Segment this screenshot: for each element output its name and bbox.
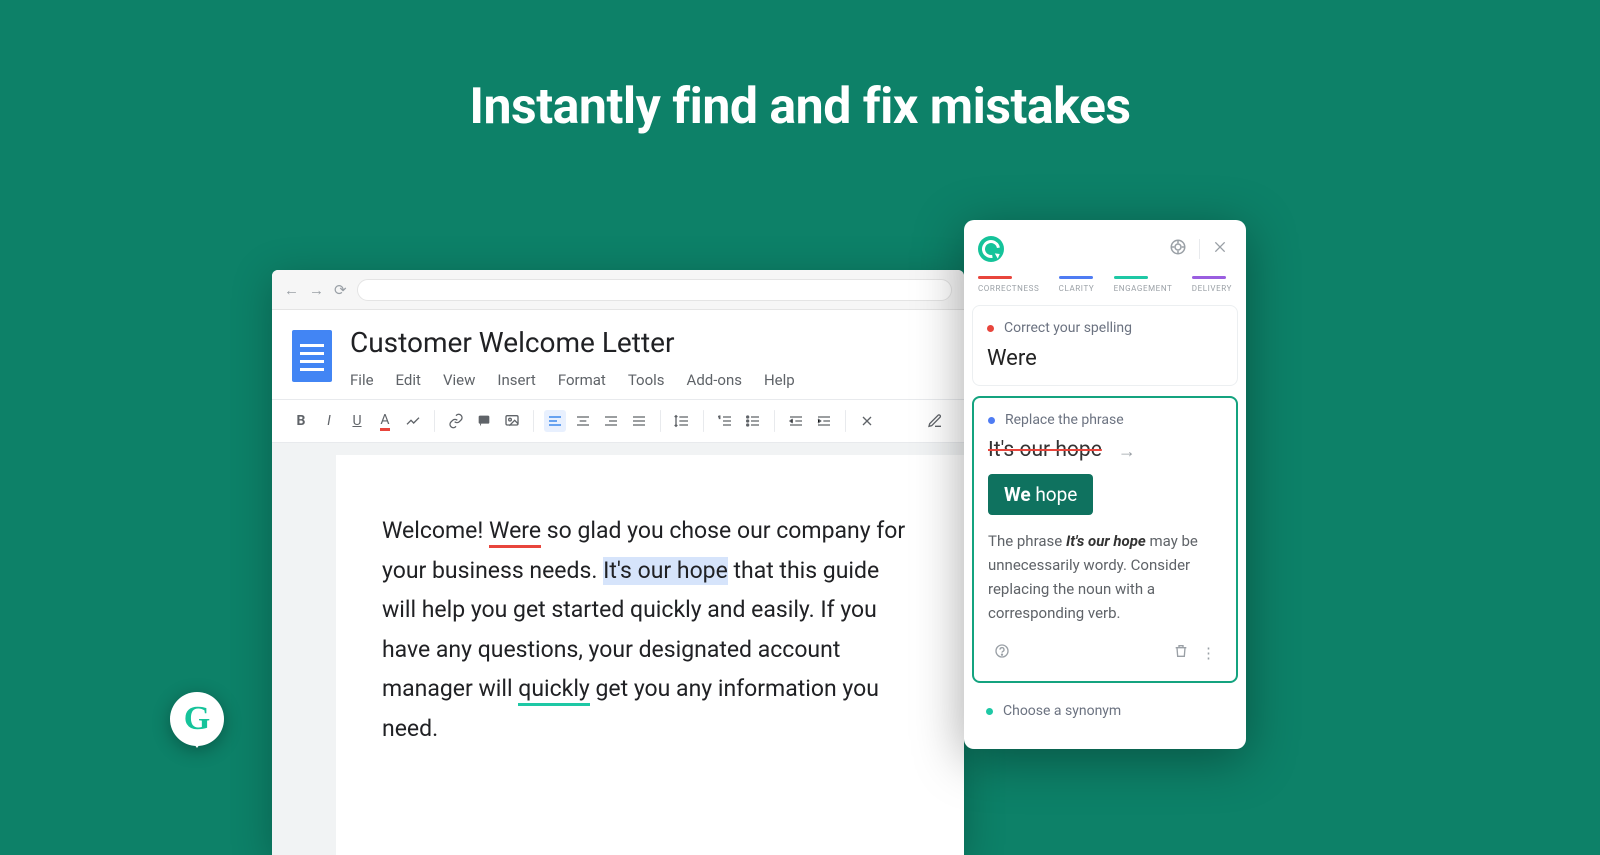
doc-title[interactable]: Customer Welcome Letter [350, 326, 944, 359]
original-phrase: It's our hope [988, 438, 1102, 462]
info-icon[interactable] [988, 639, 1016, 667]
line-spacing-button[interactable] [671, 410, 693, 432]
suggestion-card-synonym[interactable]: Choose a synonym [964, 693, 1246, 729]
indent-decrease-button[interactable] [785, 410, 807, 432]
align-left-button[interactable] [544, 410, 566, 432]
explanation-text: The phrase It's our hope may be unnecess… [988, 529, 1222, 625]
separator [660, 410, 661, 432]
indent-increase-button[interactable] [813, 410, 835, 432]
comment-button[interactable] [473, 410, 495, 432]
card-header: Replace the phrase [1005, 412, 1124, 428]
error-engagement[interactable]: quickly [518, 675, 590, 706]
error-spelling[interactable]: Were [489, 517, 541, 548]
browser-urlbar: ← → ⟳ [272, 270, 964, 310]
numbered-list-button[interactable]: 1 [714, 410, 736, 432]
align-center-button[interactable] [572, 410, 594, 432]
menu-edit[interactable]: Edit [396, 371, 421, 389]
tab-clarity[interactable]: CLARITY [1059, 276, 1095, 293]
doc-body[interactable]: Welcome! Were so glad you chose our comp… [336, 455, 964, 855]
align-right-button[interactable] [600, 410, 622, 432]
suggestion-card-spelling[interactable]: Correct your spelling Were [972, 305, 1238, 386]
card-header: Choose a synonym [1003, 703, 1121, 719]
clear-formatting-button[interactable] [856, 410, 878, 432]
edit-mode-button[interactable] [924, 410, 946, 432]
separator [1199, 239, 1200, 259]
grammarly-g-icon: G [184, 700, 210, 738]
body-text: Welcome! [382, 517, 489, 544]
separator [533, 410, 534, 432]
separator [845, 410, 846, 432]
trash-icon[interactable] [1167, 639, 1195, 667]
clarity-dot-icon [988, 417, 995, 424]
text-color-button[interactable]: A [374, 410, 396, 432]
hero-title: Instantly find and fix mistakes [0, 0, 1600, 136]
grammarly-logo-icon [978, 236, 1004, 262]
url-field[interactable] [357, 279, 952, 301]
doc-canvas: Welcome! Were so glad you chose our comp… [272, 443, 964, 855]
reload-icon[interactable]: ⟳ [334, 281, 347, 299]
goals-icon[interactable] [1165, 234, 1191, 264]
menu-tools[interactable]: Tools [628, 371, 665, 389]
separator [434, 410, 435, 432]
engagement-dot-icon [986, 708, 993, 715]
tab-delivery[interactable]: DELIVERY [1192, 276, 1232, 293]
menu-addons[interactable]: Add-ons [687, 371, 742, 389]
bold-button[interactable]: B [290, 410, 312, 432]
card-word: Were [987, 346, 1223, 371]
back-icon[interactable]: ← [284, 281, 299, 299]
menu-insert[interactable]: Insert [497, 371, 535, 389]
doc-header: Customer Welcome Letter File Edit View I… [272, 310, 964, 399]
doc-menu: File Edit View Insert Format Tools Add-o… [350, 371, 944, 389]
svg-text:1: 1 [718, 414, 720, 419]
apply-suggestion-button[interactable]: We hope [988, 474, 1093, 515]
category-tabs: CORRECTNESS CLARITY ENGAGEMENT DELIVERY [964, 274, 1246, 305]
grammarly-panel: CORRECTNESS CLARITY ENGAGEMENT DELIVERY … [964, 220, 1246, 749]
separator [703, 410, 704, 432]
underline-button[interactable]: U [346, 410, 368, 432]
forward-icon[interactable]: → [309, 281, 324, 299]
grammarly-badge[interactable]: G [170, 692, 224, 746]
card-header: Correct your spelling [1004, 320, 1132, 336]
suggestion-card-clarity[interactable]: Replace the phrase It's our hope → We ho… [972, 396, 1238, 683]
tab-correctness[interactable]: CORRECTNESS [978, 276, 1039, 293]
italic-button[interactable]: I [318, 410, 340, 432]
docs-app-icon [292, 330, 332, 382]
menu-format[interactable]: Format [558, 371, 606, 389]
menu-help[interactable]: Help [764, 371, 795, 389]
menu-file[interactable]: File [350, 371, 374, 389]
menu-view[interactable]: View [443, 371, 475, 389]
error-clarity[interactable]: It's our hope [603, 557, 728, 585]
correctness-dot-icon [987, 325, 994, 332]
docs-window: ← → ⟳ Customer Welcome Letter File Edit … [272, 270, 964, 855]
link-button[interactable] [445, 410, 467, 432]
tab-engagement[interactable]: ENGAGEMENT [1114, 276, 1173, 293]
close-icon[interactable] [1208, 235, 1232, 263]
align-justify-button[interactable] [628, 410, 650, 432]
formatting-toolbar: B I U A [272, 399, 964, 443]
more-icon[interactable]: ⋮ [1195, 640, 1222, 666]
image-button[interactable] [501, 410, 523, 432]
highlight-button[interactable] [402, 410, 424, 432]
arrow-right-icon: → [1118, 441, 1136, 462]
separator [774, 410, 775, 432]
bulleted-list-button[interactable] [742, 410, 764, 432]
